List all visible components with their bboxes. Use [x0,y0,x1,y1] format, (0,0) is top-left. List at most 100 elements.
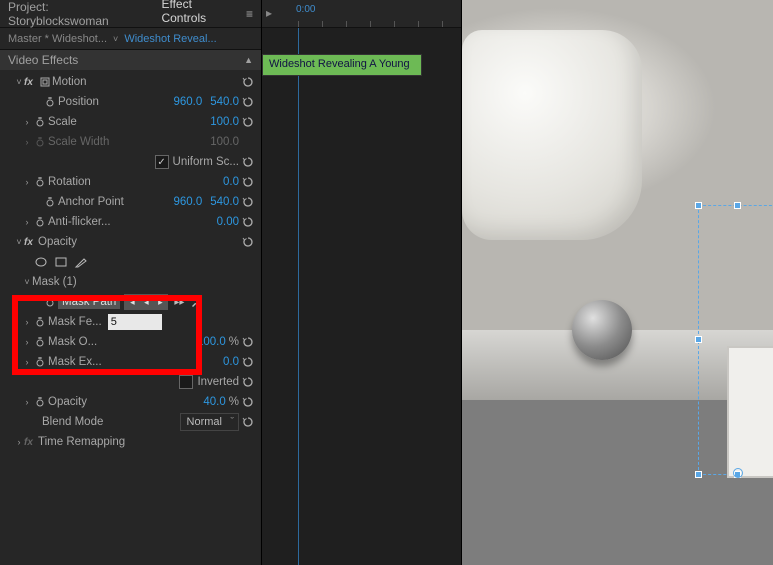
disclosure-icon[interactable]: ˅ [14,237,24,247]
fx-badge-icon[interactable]: fx [24,437,38,448]
position-y-value[interactable]: 540.0 [210,96,239,108]
reset-icon[interactable] [239,176,257,188]
disclosure-icon[interactable]: ˅ [14,77,24,87]
reset-icon[interactable] [239,336,257,348]
next-keyframe-icon[interactable]: ▸▸ [174,297,184,308]
mask-path-label[interactable]: Mask Path [58,295,120,309]
inverted-checkbox[interactable] [179,375,193,389]
mask-handle[interactable] [695,202,702,209]
reset-icon[interactable] [239,96,257,108]
time-remapping-row[interactable]: › fx Time Remapping [4,432,261,452]
disclosure-icon[interactable]: ˅ [22,277,32,287]
keyframe-nav[interactable]: ◂ ◂ ▸ [124,294,168,310]
mask-expansion-value[interactable]: 0.0 [223,356,239,368]
stopwatch-icon[interactable] [42,97,58,107]
opacity-value[interactable]: 40.0 [203,396,225,408]
mask-label: Mask (1) [32,276,77,288]
motion-effect-row[interactable]: ˅ fx Motion [4,72,261,92]
stopwatch-icon[interactable] [42,197,58,207]
scale-value[interactable]: 100.0 [210,116,239,128]
wrench-icon[interactable] [190,296,202,308]
stopwatch-icon[interactable] [32,337,48,347]
reset-icon[interactable] [239,216,257,228]
anchor-y-value[interactable]: 540.0 [210,196,239,208]
uniform-scale-label: Uniform Sc... [173,156,239,168]
stopwatch-icon[interactable] [32,217,48,227]
playhead-line[interactable] [298,28,299,565]
position-row: Position 960.0 540.0 [4,92,261,112]
mask-handle[interactable] [734,202,741,209]
video-effects-header[interactable]: Video Effects ▲ [0,50,261,70]
panel-menu-icon[interactable]: ≡ [246,7,253,21]
prev-keyframe-icon[interactable]: ◂ [125,295,139,309]
motion-label: Motion [52,76,87,88]
mask-selection-rect[interactable] [698,205,773,475]
anchor-point-row: Anchor Point 960.0 540.0 [4,192,261,212]
position-label: Position [58,96,99,108]
stopwatch-icon[interactable] [32,397,48,407]
rectangle-mask-icon[interactable] [54,255,68,269]
mask-opacity-row: › Mask O... 100.0 % [4,332,261,352]
stopwatch-icon[interactable] [32,357,48,367]
fx-badge-icon[interactable]: fx [24,77,38,88]
master-clip-dropdown[interactable]: Master * Wideshot... [8,33,107,45]
mask-feather-row: › Mask Fe... [4,312,261,332]
disclosure-icon[interactable]: › [14,437,24,447]
inverted-label: Inverted [197,376,239,388]
stopwatch-icon[interactable] [42,297,58,307]
tab-effect-controls[interactable]: Effect Controls [161,0,236,30]
play-icon[interactable]: ▸ [153,295,167,309]
position-x-value[interactable]: 960.0 [173,96,202,108]
opacity-label: Opacity [38,236,77,248]
reset-icon[interactable] [239,356,257,368]
effect-controls-panel: Project: Storyblockswoman Effect Control… [0,0,262,565]
disclosure-icon[interactable]: › [22,217,32,227]
reset-icon[interactable] [239,376,257,388]
effect-timeline[interactable]: ▸ 0:00 Wideshot Revealing A Young [262,0,462,565]
antiflicker-value[interactable]: 0.00 [217,216,239,228]
reverse-play-icon[interactable]: ◂ [139,295,153,309]
disclosure-icon[interactable]: › [22,177,32,187]
disclosure-icon[interactable]: › [22,357,32,367]
reset-icon[interactable] [239,396,257,408]
stopwatch-icon[interactable] [32,317,48,327]
mask-anchor-point[interactable] [733,468,743,478]
ellipse-mask-icon[interactable] [34,255,48,269]
mask-handle[interactable] [695,336,702,343]
stopwatch-icon[interactable] [32,117,48,127]
disclosure-icon[interactable]: › [22,117,32,127]
playhead-time[interactable]: 0:00 [296,4,315,15]
mask-row[interactable]: ˅ Mask (1) [4,272,261,292]
scale-width-row: › Scale Width 100.0 [4,132,261,152]
disclosure-icon[interactable]: › [22,317,32,327]
reset-icon[interactable] [239,156,257,168]
fx-badge-icon[interactable]: fx [24,237,38,248]
reset-icon[interactable] [239,416,257,428]
pen-mask-icon[interactable] [74,255,88,269]
instance-clip-dropdown[interactable]: Wideshot Reveal... [124,33,216,45]
mask-feather-input[interactable] [108,314,162,330]
disclosure-icon[interactable]: › [22,397,32,407]
reset-icon[interactable] [239,236,257,248]
stopwatch-icon[interactable] [32,177,48,187]
uniform-scale-row: Uniform Sc... [4,152,261,172]
collapse-icon[interactable]: ▲ [244,55,253,65]
uniform-scale-checkbox[interactable] [155,155,169,169]
timeline-clip[interactable]: Wideshot Revealing A Young [262,54,422,76]
time-ruler[interactable]: ▸ 0:00 [262,0,461,28]
anchor-x-value[interactable]: 960.0 [173,196,202,208]
rotation-value[interactable]: 0.0 [223,176,239,188]
reset-icon[interactable] [239,196,257,208]
reset-icon[interactable] [239,76,257,88]
mask-shape-tools [4,252,261,272]
program-monitor[interactable] [462,0,773,565]
mask-handle[interactable] [695,471,702,478]
blend-mode-dropdown[interactable]: Normal [180,413,239,431]
reset-icon[interactable] [239,116,257,128]
opacity-value-label: Opacity [48,396,87,408]
opacity-effect-row[interactable]: ˅ fx Opacity [4,232,261,252]
disclosure-icon[interactable]: › [22,337,32,347]
mask-opacity-value[interactable]: 100.0 [197,336,226,348]
mask-opacity-unit: % [229,336,239,348]
disclosure-icon: › [22,137,32,147]
